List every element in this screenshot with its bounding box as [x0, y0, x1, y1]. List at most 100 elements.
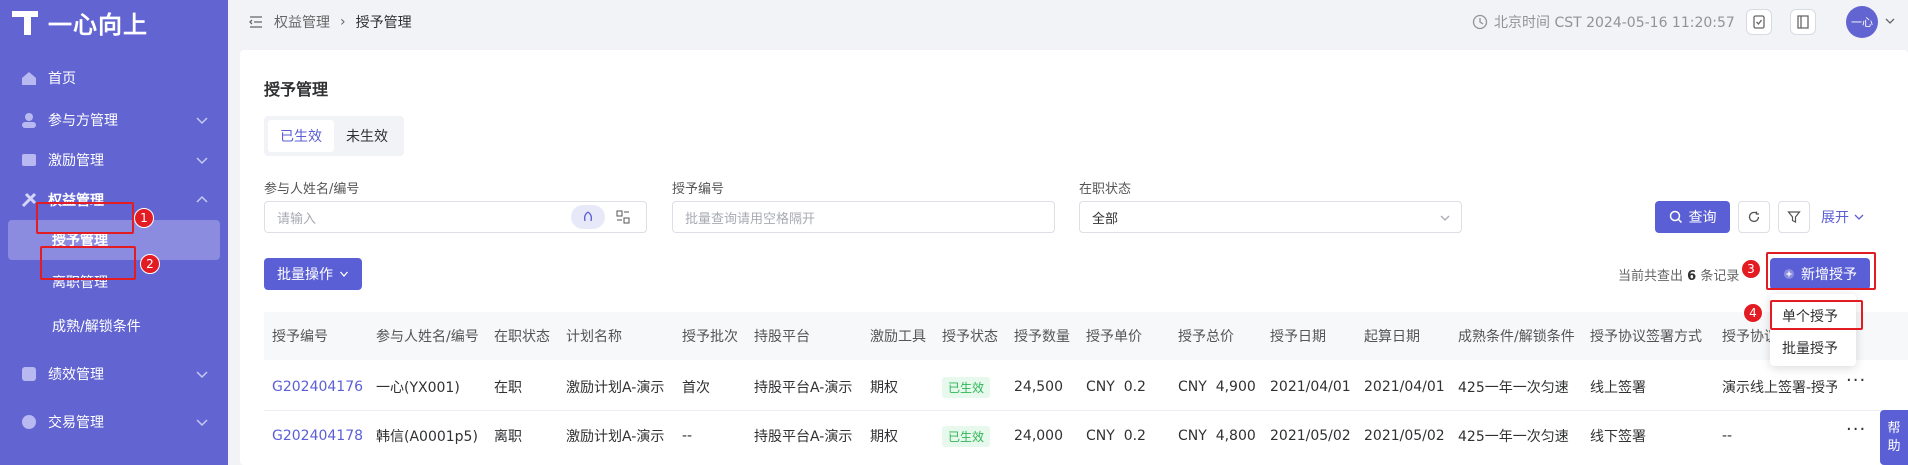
fingerprint-icon[interactable] — [571, 205, 605, 229]
chevron-down-icon — [196, 419, 208, 427]
task-icon[interactable] — [1746, 9, 1772, 35]
table-header: 授予编号 参与人姓名/编号 在职状态 计划名称 授予批次 持股平台 激励工具 授… — [264, 312, 1908, 360]
incentive-icon — [20, 151, 38, 169]
table-cell: CNY 0.2 — [1086, 428, 1146, 444]
column-header: 授予协议签署方式 — [1590, 329, 1702, 345]
grant-no-link[interactable]: G202404176 — [272, 367, 363, 407]
table-cell: CNY 4,900 — [1178, 379, 1256, 395]
sidebar-item-trade[interactable]: 交易管理 — [0, 402, 228, 442]
reset-button[interactable] — [1738, 201, 1770, 233]
annotation-badge-3: 3 — [1741, 259, 1761, 279]
brand-name: 一心向上 — [48, 10, 148, 39]
table-cell: CNY 4,800 — [1178, 428, 1256, 444]
filter-button[interactable] — [1778, 201, 1810, 233]
grant-no-placeholder: 批量查询请用空格隔开 — [685, 211, 816, 227]
breadcrumb-item[interactable]: 权益管理 — [274, 12, 330, 32]
tab-not-effective[interactable]: 未生效 — [334, 120, 400, 152]
column-header: 计划名称 — [566, 329, 622, 345]
breadcrumb-separator-icon: › — [340, 14, 346, 30]
home-icon — [20, 69, 38, 87]
row-more-icon[interactable]: ··· — [1846, 370, 1866, 391]
result-prefix: 当前共查出 — [1618, 269, 1684, 284]
tab-effective[interactable]: 已生效 — [268, 120, 334, 152]
annotation-badge-2: 2 — [140, 254, 160, 274]
topbar: 权益管理 › 授予管理 北京时间 CST 2024-05-16 11:20:57… — [228, 0, 1908, 44]
sidebar-item-home[interactable]: 首页 — [0, 58, 228, 98]
avatar[interactable]: 一心 — [1846, 6, 1878, 38]
chevron-down-icon — [1440, 215, 1450, 221]
help-button[interactable]: 帮 助 — [1880, 410, 1908, 465]
search-icon — [1669, 210, 1682, 224]
sidebar-item-label: 交易管理 — [48, 415, 104, 431]
grant-no-input[interactable]: 批量查询请用空格隔开 — [672, 201, 1055, 233]
clock-text: 北京时间 CST 2024-05-16 11:20:57 — [1494, 15, 1735, 31]
annotation-badge-1: 1 — [134, 208, 154, 228]
annotation-box-single-grant — [1770, 300, 1863, 330]
column-header: 授予单价 — [1086, 329, 1142, 345]
table-cell: 2021/05/02 — [1270, 428, 1351, 444]
sidebar-item-performance[interactable]: 绩效管理 — [0, 354, 228, 394]
column-header: 持股平台 — [754, 329, 810, 345]
table-cell: 首次 — [682, 380, 710, 396]
sidebar-item-participants[interactable]: 参与方管理 — [0, 100, 228, 140]
chevron-down-icon — [1854, 214, 1864, 220]
table-cell: 2021/04/01 — [1270, 379, 1351, 395]
sidebar-item-label: 成熟/解锁条件 — [52, 319, 141, 335]
help-label: 助 — [1887, 438, 1901, 454]
result-count: 6 — [1687, 269, 1697, 284]
scan-icon[interactable] — [615, 209, 631, 229]
sidebar-item-label: 绩效管理 — [48, 367, 104, 383]
expand-button[interactable]: 展开 — [1818, 201, 1868, 233]
table-cell: 24,500 — [1014, 379, 1063, 395]
row-more-icon[interactable]: ··· — [1846, 419, 1866, 440]
breadcrumb: 权益管理 › 授予管理 — [248, 0, 412, 44]
table-cell: -- — [682, 428, 693, 444]
search-button[interactable]: 查询 — [1655, 201, 1730, 233]
table-cell: 线下签署 — [1590, 429, 1646, 445]
table-cell: 演示线上签署-授予 — [1722, 380, 1837, 396]
column-header: 授予日期 — [1270, 329, 1326, 345]
employment-status-select[interactable]: 全部 — [1079, 201, 1462, 233]
chevron-down-icon — [196, 117, 208, 125]
chevron-down-icon — [196, 157, 208, 165]
table-cell: 一心(YX001) — [376, 380, 460, 396]
column-header: 授予状态 — [942, 329, 998, 345]
participant-label: 参与人姓名/编号 — [264, 182, 360, 197]
chevron-up-icon — [196, 195, 208, 203]
column-header: 参与人姓名/编号 — [376, 329, 479, 345]
result-suffix: 条记录 — [1700, 269, 1740, 284]
sidebar-item-incentive[interactable]: 激励管理 — [0, 140, 228, 180]
sidebar-item-vesting-conditions[interactable]: 成熟/解锁条件 — [0, 306, 228, 346]
chevron-down-icon[interactable] — [1884, 15, 1896, 27]
people-icon — [20, 111, 38, 129]
search-button-label: 查询 — [1688, 210, 1717, 226]
column-header: 授予编号 — [272, 329, 328, 345]
column-header: 授予总价 — [1178, 329, 1234, 345]
status-badge: 已生效 — [942, 416, 991, 456]
table-cell: -- — [1722, 428, 1733, 444]
annotation-box-grant-management — [40, 246, 136, 280]
sidebar-item-label: 激励管理 — [48, 153, 104, 169]
batch-operation-button[interactable]: 批量操作 — [264, 258, 362, 290]
breadcrumb-current: 授予管理 — [355, 15, 412, 31]
table-cell: CNY 0.2 — [1086, 379, 1146, 395]
column-header: 起算日期 — [1364, 329, 1420, 345]
column-header: 授予数量 — [1014, 329, 1070, 345]
collapse-menu-icon[interactable] — [248, 14, 264, 30]
status-tag: 已生效 — [942, 425, 991, 447]
row-divider — [264, 410, 1908, 411]
table-cell: 2021/05/02 — [1364, 428, 1445, 444]
logo-mark-icon — [12, 7, 42, 37]
grant-no-label: 授予编号 — [672, 182, 725, 197]
status-badge: 已生效 — [942, 367, 991, 407]
table-cell: 持股平台A-演示 — [754, 429, 853, 445]
book-icon[interactable] — [1790, 9, 1816, 35]
grant-no-link[interactable]: G202404178 — [272, 416, 363, 456]
status-tag: 已生效 — [942, 376, 991, 398]
brand-logo[interactable]: 一心向上 — [12, 6, 148, 39]
column-header: 授予批次 — [682, 329, 738, 345]
table-cell: 韩信(A0001p5) — [376, 429, 478, 445]
performance-icon — [20, 365, 38, 383]
participant-input[interactable]: 请输入 — [264, 201, 647, 233]
menu-item-batch-grant[interactable]: 批量授予 — [1782, 338, 1838, 358]
